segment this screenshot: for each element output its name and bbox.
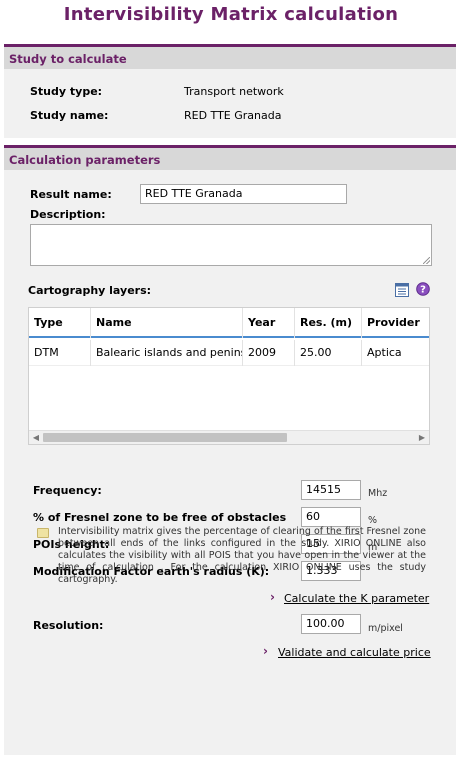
- grid-horizontal-scrollbar[interactable]: ◀ ▶: [29, 430, 429, 444]
- resize-grip-icon[interactable]: [423, 257, 430, 264]
- description-textarea[interactable]: [30, 224, 432, 266]
- chevron-right-icon: ›: [270, 590, 275, 604]
- frequency-label: Frequency:: [33, 484, 102, 497]
- frequency-unit: Mhz: [368, 488, 388, 499]
- resolution-input[interactable]: 100.00: [301, 614, 361, 634]
- table-row[interactable]: DTM Balearic islands and penins 2009 25.…: [29, 340, 429, 366]
- note-icon: [37, 528, 49, 538]
- cell-res: 25.00: [295, 340, 362, 366]
- calculation-panel: Calculation parameters Result name: RED …: [4, 145, 456, 755]
- validate-calculate-link[interactable]: Validate and calculate price: [278, 646, 431, 659]
- result-name-label: Result name:: [30, 188, 112, 201]
- layer-list-icon[interactable]: [394, 282, 410, 298]
- study-name-value: RED TTE Granada: [184, 109, 282, 122]
- study-panel-header: Study to calculate: [4, 44, 456, 69]
- cartography-layers-grid: Type Name Year Res. (m) Provider DTM Bal…: [28, 307, 430, 445]
- study-type-label: Study type:: [30, 85, 103, 98]
- cell-type: DTM: [29, 340, 91, 366]
- cell-name: Balearic islands and penins: [91, 340, 243, 366]
- study-type-value: Transport network: [184, 85, 284, 98]
- grid-header-row: Type Name Year Res. (m) Provider: [29, 308, 429, 338]
- resolution-label: Resolution:: [33, 619, 104, 632]
- column-header-provider[interactable]: Provider: [362, 308, 429, 338]
- study-panel: Study to calculate Study type: Transport…: [4, 44, 456, 138]
- column-header-res[interactable]: Res. (m): [295, 308, 362, 338]
- calculate-k-link[interactable]: Calculate the K parameter: [284, 592, 429, 605]
- calculation-panel-header: Calculation parameters: [4, 145, 456, 170]
- help-icon[interactable]: ?: [416, 282, 430, 296]
- fresnel-input[interactable]: 60: [301, 507, 361, 527]
- fresnel-unit: %: [368, 515, 378, 526]
- scroll-right-arrow-icon[interactable]: ▶: [416, 432, 428, 444]
- frequency-input[interactable]: 14515: [301, 480, 361, 500]
- page-title: Intervisibility Matrix calculation: [63, 4, 399, 25]
- resolution-unit: m/pixel: [368, 623, 403, 634]
- chevron-right-icon: ›: [263, 644, 268, 658]
- scrollbar-thumb[interactable]: [43, 433, 287, 442]
- cell-year: 2009: [243, 340, 295, 366]
- scroll-left-arrow-icon[interactable]: ◀: [30, 432, 42, 444]
- svg-text:?: ?: [420, 285, 426, 296]
- info-note: Intervisibility matrix gives the percent…: [58, 526, 426, 585]
- cartography-layers-label: Cartography layers:: [28, 284, 152, 297]
- column-header-type[interactable]: Type: [29, 308, 91, 338]
- column-header-year[interactable]: Year: [243, 308, 295, 338]
- column-header-name[interactable]: Name: [91, 308, 243, 338]
- study-name-label: Study name:: [30, 109, 109, 122]
- description-label: Description:: [30, 208, 106, 221]
- fresnel-label: % of Fresnel zone to be free of obstacle…: [33, 511, 287, 524]
- cell-provider: Aptica: [367, 346, 402, 359]
- result-name-input[interactable]: RED TTE Granada: [140, 184, 347, 204]
